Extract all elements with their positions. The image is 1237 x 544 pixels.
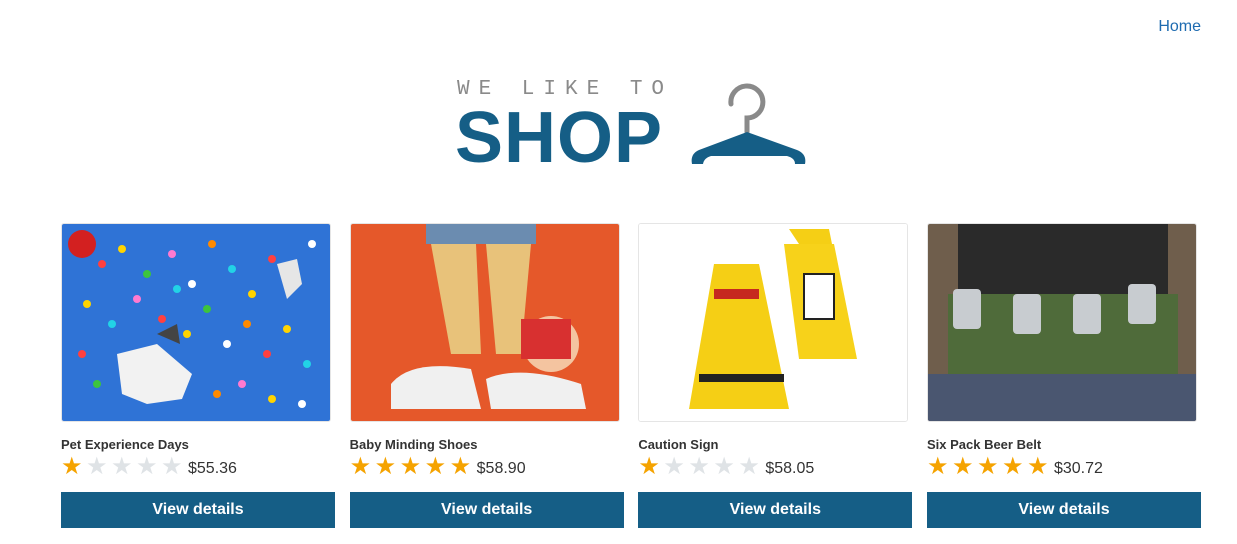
view-details-button[interactable]: View details — [61, 492, 335, 528]
star-icon: ★ — [61, 453, 83, 480]
rating-row: ★ ★ ★ ★ ★ $58.05 — [638, 454, 912, 480]
star-icon: ★ — [136, 453, 158, 480]
product-card: Caution Sign ★ ★ ★ ★ ★ $58.05 View details — [638, 223, 913, 528]
product-grid: Pet Experience Days ★ ★ ★ ★ ★ $55.36 View de… — [61, 223, 1201, 528]
product-title: Caution Sign — [638, 437, 719, 452]
star-icon: ★ — [663, 453, 685, 480]
star-icon: ★ — [638, 453, 660, 480]
star-rating: ★ ★ ★ ★ ★ — [927, 455, 1052, 479]
star-icon: ★ — [688, 453, 710, 480]
view-details-button[interactable]: View details — [349, 492, 624, 528]
baby-shoes-image — [350, 224, 619, 421]
view-details-button[interactable]: View details — [638, 492, 913, 528]
hanger-icon — [691, 83, 806, 164]
product-price: $55.36 — [188, 460, 237, 477]
product-image[interactable] — [61, 223, 331, 422]
product-title: Pet Experience Days — [61, 437, 189, 452]
rating-row: ★ ★ ★ ★ ★ $58.90 — [350, 454, 624, 480]
star-icon: ★ — [926, 453, 949, 480]
product-image[interactable] — [349, 223, 620, 422]
star-rating: ★ ★ ★ ★ ★ — [350, 455, 475, 479]
rating-row: ★ ★ ★ ★ ★ $30.72 — [927, 454, 1201, 480]
home-link[interactable]: Home — [1158, 18, 1201, 36]
product-image[interactable] — [926, 223, 1197, 422]
star-rating: ★ ★ ★ ★ ★ — [638, 455, 763, 479]
star-icon: ★ — [713, 453, 735, 480]
product-price: $58.90 — [476, 460, 526, 477]
product-price: $58.05 — [765, 460, 815, 477]
star-icon: ★ — [349, 453, 372, 480]
product-title: Baby Minding Shoes — [349, 437, 478, 452]
star-icon: ★ — [374, 453, 397, 480]
star-icon: ★ — [738, 453, 760, 480]
site-logo[interactable]: WE LIKE TO SHOP — [455, 72, 815, 178]
star-icon: ★ — [161, 453, 183, 480]
star-rating: ★ ★ ★ ★ ★ — [61, 455, 186, 479]
rating-row: ★ ★ ★ ★ ★ $55.36 — [61, 454, 335, 480]
star-icon: ★ — [86, 453, 108, 480]
star-icon: ★ — [951, 453, 974, 480]
star-icon: ★ — [424, 453, 447, 480]
product-card: Baby Minding Shoes ★ ★ ★ ★ ★ $58.90 View det… — [349, 223, 624, 528]
star-icon: ★ — [1001, 453, 1024, 480]
balloons-dog-image — [62, 224, 330, 421]
product-image[interactable] — [638, 223, 909, 422]
star-icon: ★ — [449, 453, 472, 480]
product-price: $30.72 — [1053, 460, 1103, 477]
star-icon: ★ — [1026, 453, 1049, 480]
star-icon: ★ — [399, 453, 422, 480]
star-icon: ★ — [111, 453, 133, 480]
logo-word: SHOP — [455, 98, 664, 178]
beer-belt-image — [927, 224, 1196, 421]
caution-sign-image — [639, 224, 908, 421]
star-icon: ★ — [976, 453, 999, 480]
product-title: Six Pack Beer Belt — [926, 437, 1042, 452]
product-card: Pet Experience Days ★ ★ ★ ★ ★ $55.36 View de… — [61, 223, 335, 528]
view-details-button[interactable]: View details — [926, 492, 1201, 528]
product-card: Six Pack Beer Belt ★ ★ ★ ★ ★ $30.72 View det… — [926, 223, 1201, 528]
